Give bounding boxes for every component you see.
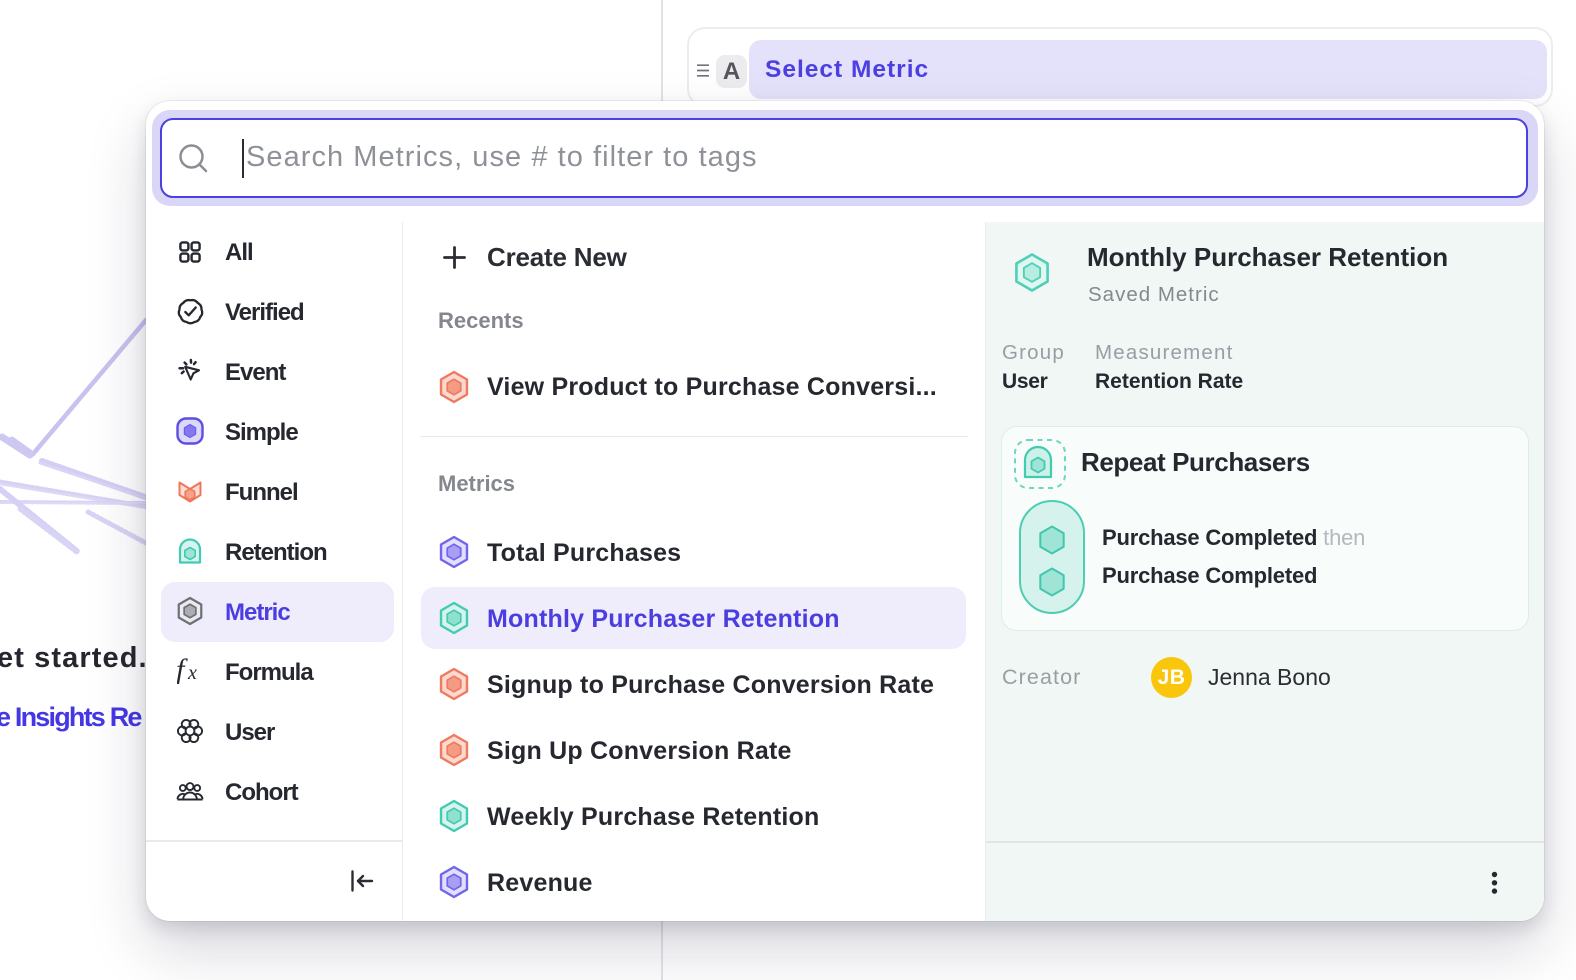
- svg-text:f: f: [177, 658, 188, 684]
- svg-text:x: x: [187, 662, 197, 684]
